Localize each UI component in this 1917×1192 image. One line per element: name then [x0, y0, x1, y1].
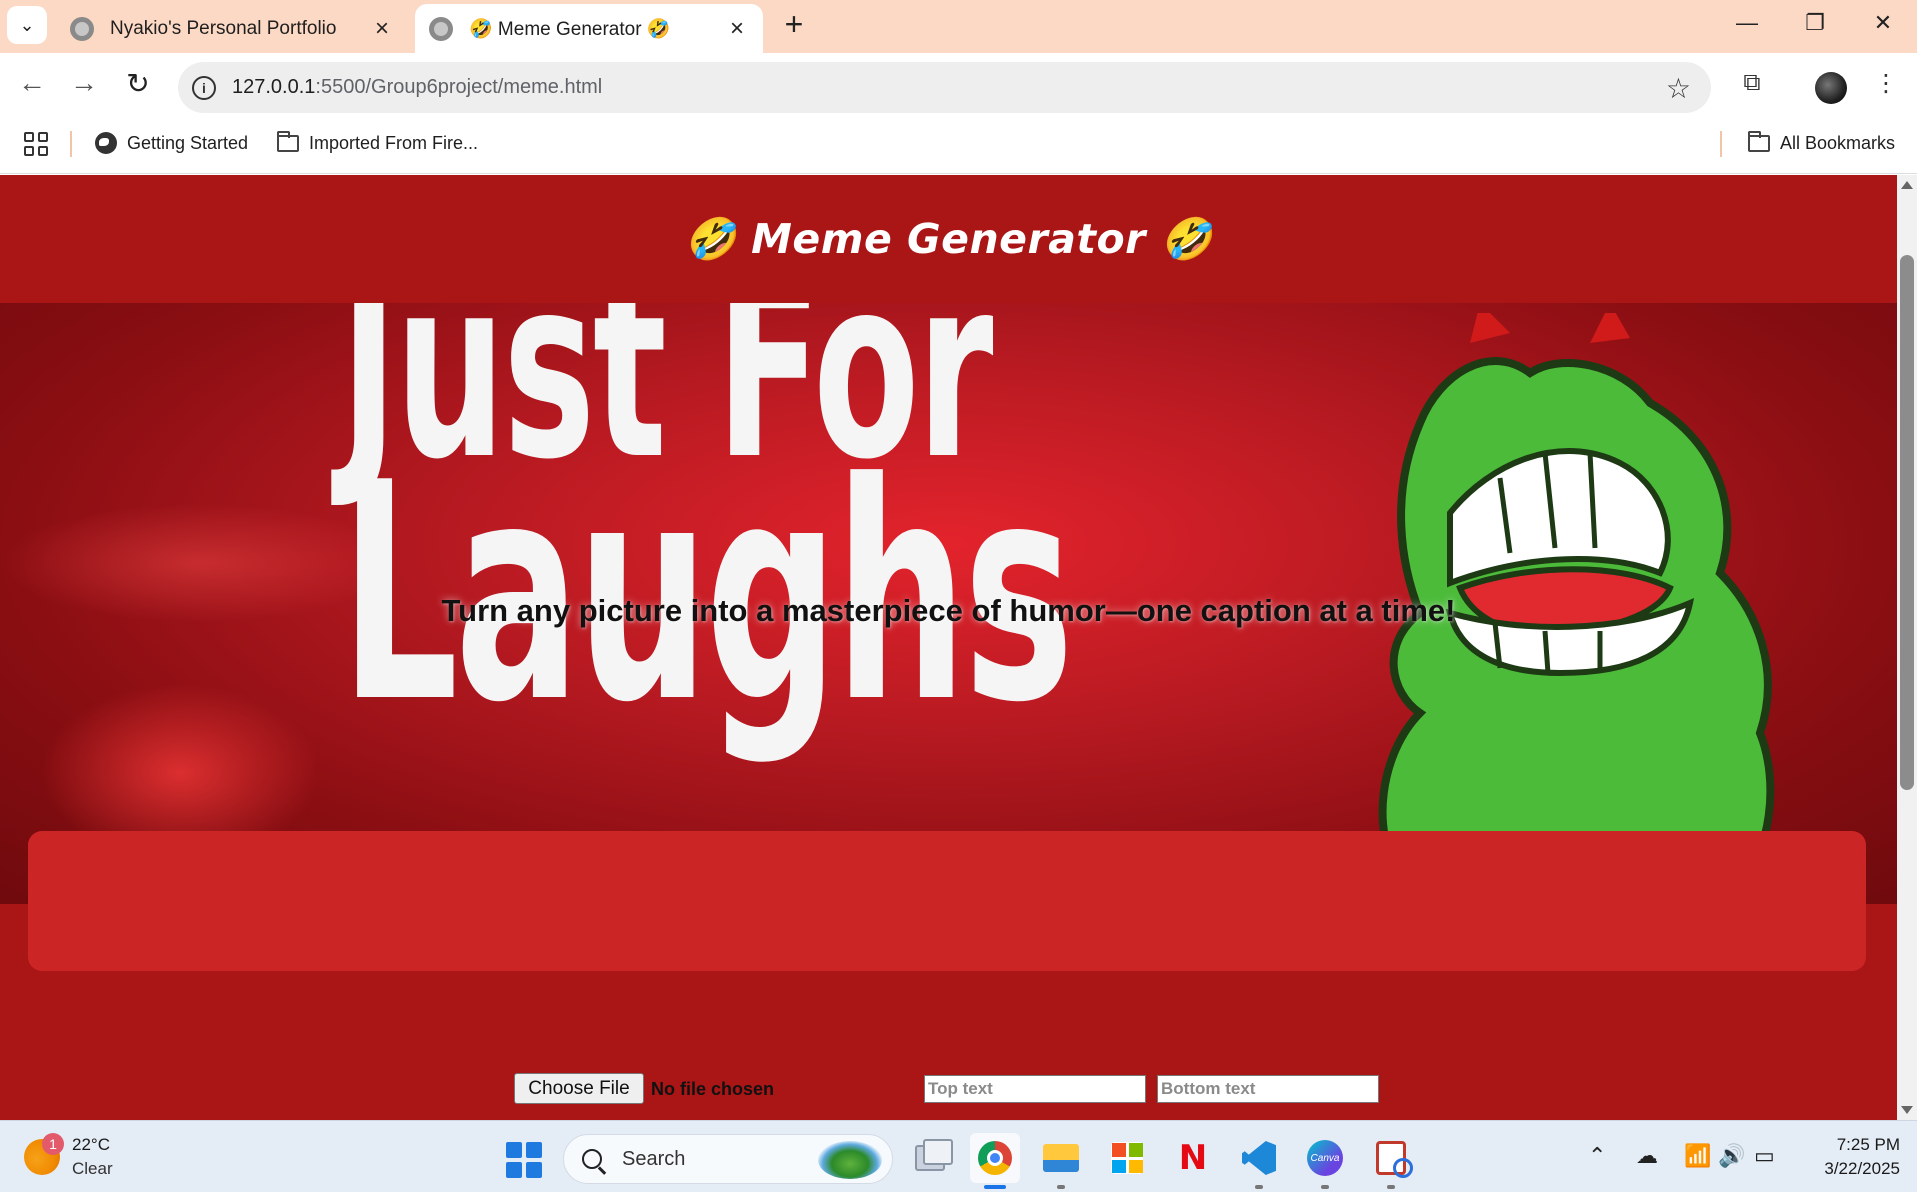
restore-button[interactable]: ❐: [1781, 0, 1849, 45]
world-icon: [95, 132, 117, 154]
hero-tagline: Turn any picture into a masterpiece of h…: [441, 593, 1456, 628]
file-explorer-app[interactable]: [1036, 1133, 1086, 1189]
apps-icon[interactable]: [24, 132, 48, 156]
tab-search-button[interactable]: ⌄: [7, 6, 47, 44]
clock-time: 7:25 PM: [1836, 1135, 1900, 1154]
snipping-tool-icon: [1376, 1141, 1413, 1178]
tab-meme-generator[interactable]: 🤣 Meme Generator 🤣 ×: [415, 4, 763, 53]
chrome-app[interactable]: [970, 1133, 1020, 1189]
taskbar-search-box[interactable]: Search: [563, 1134, 893, 1184]
folder-icon: [1748, 130, 1770, 152]
window-close-button[interactable]: ✕: [1849, 0, 1917, 45]
extensions-icon[interactable]: ⧉: [1736, 67, 1768, 99]
all-bookmarks[interactable]: All Bookmarks: [1748, 127, 1895, 159]
meme-form-panel: [28, 831, 1866, 971]
address-bar[interactable]: i 127.0.0.1:5500/Group6project/meme.html…: [178, 62, 1711, 113]
browser-toolbar: ← → ↻ i 127.0.0.1:5500/Group6project/mem…: [0, 53, 1917, 113]
scroll-up-arrow-icon[interactable]: [1901, 181, 1913, 189]
microsoft-store-icon: [1111, 1142, 1143, 1174]
bottom-text-input[interactable]: [1157, 1075, 1379, 1103]
volume-icon[interactable]: 🔊: [1718, 1143, 1745, 1169]
search-icon: [582, 1149, 602, 1169]
weather-text: 22°C Clear: [72, 1133, 113, 1181]
page-scrollbar[interactable]: [1897, 175, 1917, 1120]
folder-icon: [277, 130, 299, 152]
hero-art-text: Just For Laughs: [340, 303, 1074, 743]
windows-taskbar: 1 22°C Clear Search N Canva ⌃ ☁ 📶 🔊 ▭ 7:…: [0, 1120, 1917, 1192]
scroll-thumb[interactable]: [1900, 255, 1914, 790]
chevron-down-icon: ⌄: [19, 14, 35, 35]
snipping-tool-app[interactable]: [1366, 1133, 1416, 1189]
running-indicator: [1255, 1185, 1263, 1189]
wifi-icon[interactable]: 📶: [1684, 1143, 1711, 1169]
show-hidden-icons-chevron-icon[interactable]: ⌃: [1588, 1143, 1606, 1169]
battery-icon[interactable]: ▭: [1754, 1143, 1775, 1169]
reload-button[interactable]: ↻: [118, 63, 158, 103]
globe-icon: [70, 16, 94, 41]
bookmark-separator: [1720, 131, 1722, 157]
running-indicator: [984, 1185, 1006, 1189]
file-explorer-icon: [1043, 1144, 1079, 1172]
bookmark-getting-started[interactable]: Getting Started: [95, 127, 248, 159]
canva-app[interactable]: Canva: [1300, 1133, 1350, 1189]
weather-condition: Clear: [72, 1159, 113, 1178]
bookmarks-bar: Getting Started Imported From Fire... Al…: [0, 113, 1917, 174]
bookmark-star-icon[interactable]: ☆: [1666, 72, 1691, 105]
running-indicator: [1321, 1185, 1329, 1189]
page-title: 🤣 Meme Generator 🤣: [684, 214, 1213, 263]
tab-title: 🤣 Meme Generator 🤣: [469, 18, 671, 40]
weather-moon-icon: 1: [24, 1133, 64, 1175]
close-icon[interactable]: ×: [370, 15, 394, 42]
vscode-icon: [1242, 1141, 1276, 1175]
tab-title: Nyakio's Personal Portfolio: [110, 17, 337, 39]
minimize-button[interactable]: —: [1713, 0, 1781, 45]
back-button[interactable]: ←: [12, 63, 52, 103]
choose-file-button[interactable]: Choose File: [514, 1073, 644, 1104]
tab-portfolio[interactable]: Nyakio's Personal Portfolio ×: [56, 4, 408, 53]
weather-temp: 22°C: [72, 1135, 110, 1154]
site-info-icon[interactable]: i: [192, 75, 216, 100]
system-clock[interactable]: 7:25 PM 3/22/2025: [1800, 1133, 1900, 1181]
microsoft-store-app[interactable]: [1102, 1133, 1152, 1183]
netflix-app[interactable]: N: [1168, 1133, 1218, 1183]
windows-start-icon[interactable]: [506, 1142, 542, 1178]
hero-banner: Just For Laughs Turn any picture into a …: [0, 303, 1897, 904]
weather-widget[interactable]: 1 22°C Clear: [24, 1133, 113, 1181]
top-text-input[interactable]: [924, 1075, 1146, 1103]
page-content: 🤣 Meme Generator 🤣 Just For Laughs Turn …: [0, 175, 1897, 1120]
bookmark-label: Getting Started: [127, 132, 249, 153]
globe-icon: [429, 16, 453, 41]
file-status-text: No file chosen: [651, 1079, 775, 1099]
all-bookmarks-label: All Bookmarks: [1780, 132, 1896, 153]
chrome-icon: [978, 1141, 1012, 1175]
tab-strip: ⌄ Nyakio's Personal Portfolio × 🤣 Meme G…: [0, 0, 1917, 53]
forward-button[interactable]: →: [64, 63, 104, 103]
search-highlight-image: [818, 1141, 882, 1179]
url-text[interactable]: 127.0.0.1:5500/Group6project/meme.html: [232, 76, 602, 99]
netflix-icon: N: [1178, 1138, 1208, 1178]
onedrive-cloud-icon[interactable]: ☁: [1636, 1143, 1658, 1169]
close-icon[interactable]: ×: [725, 15, 749, 42]
notification-badge: 1: [42, 1133, 64, 1155]
task-view-icon: [915, 1139, 953, 1171]
running-indicator: [1387, 1185, 1395, 1189]
task-view-app[interactable]: [905, 1133, 955, 1183]
bookmark-label: Imported From Fire...: [309, 132, 479, 153]
search-label: Search: [622, 1147, 686, 1170]
clock-date: 3/22/2025: [1824, 1159, 1900, 1178]
profile-avatar[interactable]: [1815, 72, 1847, 104]
bookmark-separator: [70, 131, 72, 157]
menu-icon[interactable]: ⋮: [1870, 67, 1902, 99]
vscode-app[interactable]: [1234, 1133, 1284, 1189]
new-tab-button[interactable]: +: [776, 6, 812, 42]
canva-icon: Canva: [1307, 1140, 1343, 1176]
bookmark-imported[interactable]: Imported From Fire...: [277, 127, 478, 159]
page-header: 🤣 Meme Generator 🤣: [0, 175, 1897, 303]
scroll-down-arrow-icon[interactable]: [1901, 1106, 1913, 1114]
running-indicator: [1057, 1185, 1065, 1189]
